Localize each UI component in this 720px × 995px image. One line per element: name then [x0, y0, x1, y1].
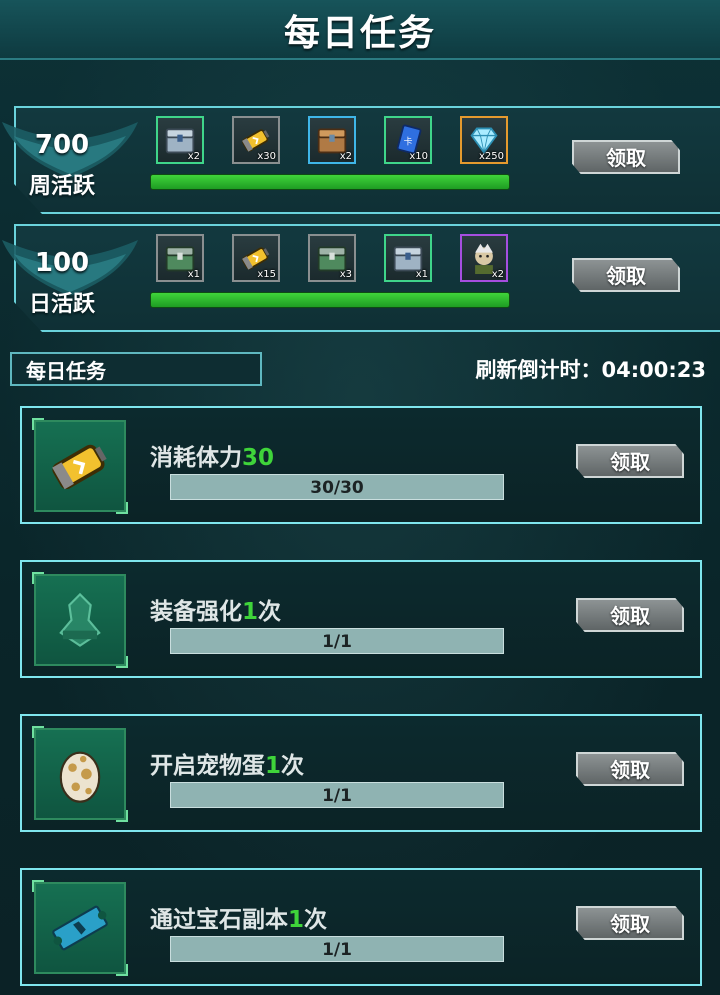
weekly-reward-slot[interactable]: x2	[156, 116, 204, 164]
weekly-reward-slot[interactable]: x2	[308, 116, 356, 164]
task-icon-frame	[32, 726, 128, 822]
daily-activity-panel: 100 日活跃 x1 x15 x3 x1 x2 领取	[0, 224, 720, 332]
daily-label: 日活跃	[28, 292, 95, 317]
task-target-count: 1	[288, 907, 305, 933]
weekly-reward-slot[interactable]: x250	[460, 116, 508, 164]
task-progress-bar: 1/1	[170, 782, 504, 808]
weekly-label: 周活跃	[28, 174, 95, 199]
task-name-text: 开启宠物蛋	[150, 753, 265, 779]
reward-count: x15	[257, 269, 276, 280]
task-card: 装备强化1次 1/1 领取	[20, 560, 702, 678]
section-title-box: 每日任务	[10, 352, 262, 386]
task-progress-bar: 1/1	[170, 628, 504, 654]
daily-reward-slot[interactable]: x15	[232, 234, 280, 282]
task-name: 装备强化1次	[150, 592, 281, 626]
equipment-enhance-icon	[48, 588, 112, 652]
refresh-time: 04:00:23	[601, 358, 706, 382]
stamina-battery-icon	[48, 434, 112, 498]
reward-count: x3	[339, 269, 352, 280]
task-claim-button[interactable]: 领取	[576, 752, 684, 786]
daily-claim-button[interactable]: 领取	[572, 258, 680, 292]
task-name-text: 通过宝石副本	[150, 907, 288, 933]
daily-reward-slot[interactable]: x2	[460, 234, 508, 282]
weekly-points: 700	[34, 130, 90, 160]
reward-count: x10	[409, 151, 428, 162]
refresh-countdown: 刷新倒计时：04:00:23	[476, 354, 706, 384]
reward-count: x1	[187, 269, 200, 280]
task-target-count: 1	[265, 753, 282, 779]
gem-dungeon-ticket-icon	[48, 896, 112, 960]
weekly-claim-button[interactable]: 领取	[572, 140, 680, 174]
daily-reward-slot[interactable]: x1	[384, 234, 432, 282]
reward-count: x1	[415, 269, 428, 280]
page-title: 每日任务	[283, 13, 436, 54]
task-name-suffix: 次	[281, 753, 305, 779]
task-icon-frame	[32, 418, 128, 514]
reward-count: x30	[257, 151, 276, 162]
reward-count: x2	[339, 151, 352, 162]
task-target-count: 30	[242, 445, 275, 471]
daily-points: 100	[34, 248, 90, 278]
task-name-suffix: 次	[258, 599, 282, 625]
section-title: 每日任务	[26, 359, 106, 383]
task-claim-button[interactable]: 领取	[576, 444, 684, 478]
task-progress-bar: 30/30	[170, 474, 504, 500]
task-claim-button[interactable]: 领取	[576, 598, 684, 632]
task-name: 消耗体力30	[150, 438, 274, 472]
task-progress-bar: 1/1	[170, 936, 504, 962]
task-card: 开启宠物蛋1次 1/1 领取	[20, 714, 702, 832]
svg-text:卡: 卡	[404, 135, 413, 147]
refresh-label: 刷新倒计时：	[475, 358, 602, 382]
weekly-reward-slot[interactable]: 卡 x10	[384, 116, 432, 164]
task-target-count: 1	[242, 599, 259, 625]
weekly-activity-panel: 700 周活跃 x2 x30 x2 卡 x10 x250 领取	[0, 106, 720, 214]
weekly-progress-bar	[150, 174, 510, 190]
daily-progress-bar	[150, 292, 510, 308]
task-card: 通过宝石副本1次 1/1 领取	[20, 868, 702, 986]
pet-egg-icon	[48, 742, 112, 806]
reward-count: x2	[491, 269, 504, 280]
daily-reward-slot[interactable]: x1	[156, 234, 204, 282]
task-name-text: 消耗体力	[150, 445, 242, 471]
task-name-text: 装备强化	[150, 599, 242, 625]
task-card: 消耗体力30 30/30 领取	[20, 406, 702, 524]
header-bar: 每日任务	[0, 0, 720, 60]
task-name-suffix: 次	[304, 907, 328, 933]
task-name: 通过宝石副本1次	[150, 900, 327, 934]
task-icon-frame	[32, 572, 128, 668]
weekly-reward-slot[interactable]: x30	[232, 116, 280, 164]
daily-reward-slot[interactable]: x3	[308, 234, 356, 282]
task-claim-button[interactable]: 领取	[576, 906, 684, 940]
task-icon-frame	[32, 880, 128, 976]
reward-count: x250	[478, 151, 504, 162]
task-name: 开启宠物蛋1次	[150, 746, 304, 780]
reward-count: x2	[187, 151, 200, 162]
